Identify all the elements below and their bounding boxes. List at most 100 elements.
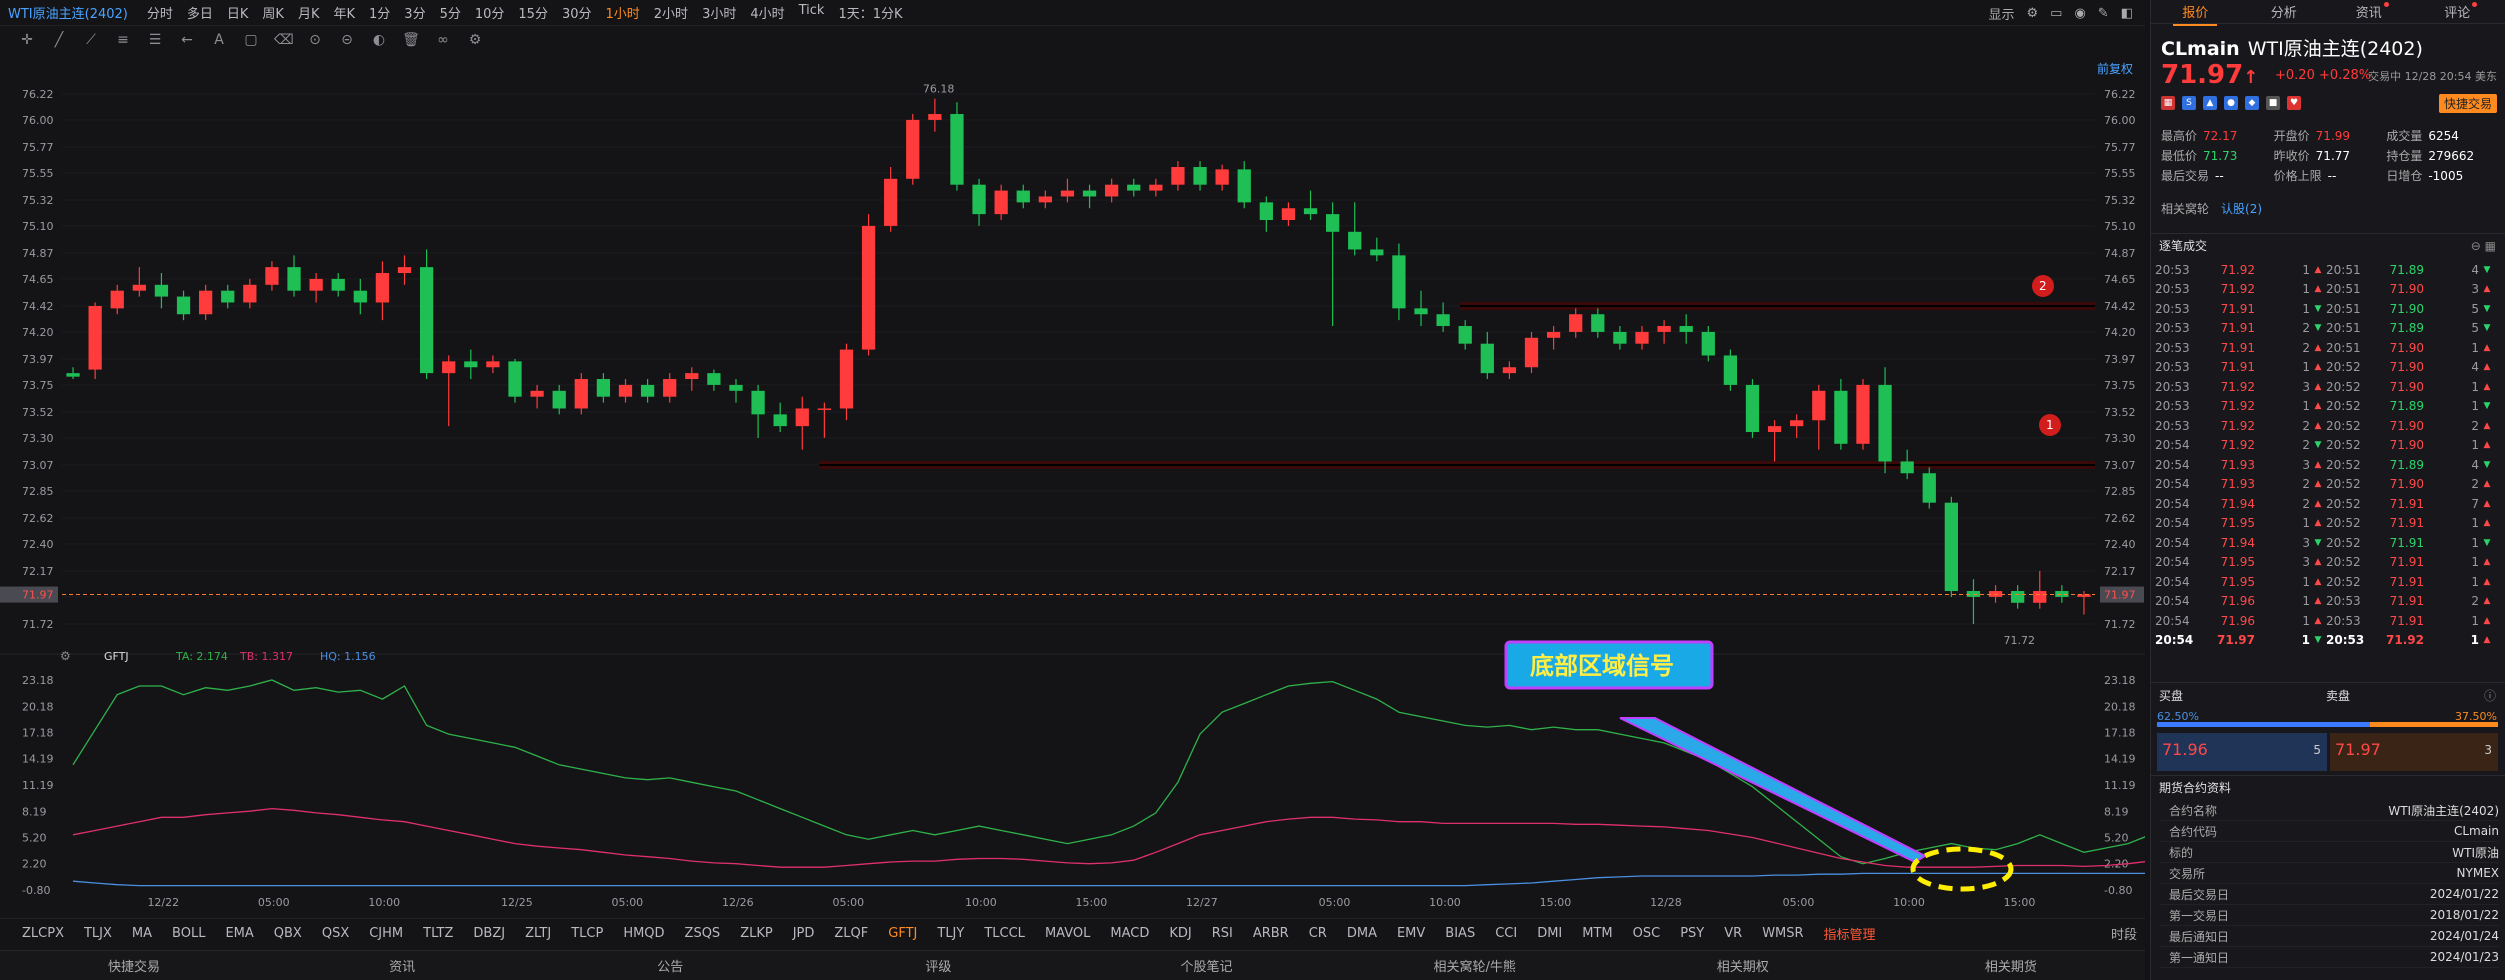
badge-icon-1[interactable]: S xyxy=(2182,96,2196,110)
bottom-tab-7[interactable]: 相关期货 xyxy=(1877,956,2145,975)
text-tool-icon[interactable]: A xyxy=(210,32,228,48)
period-7[interactable]: 3分 xyxy=(397,3,432,22)
instrument-title[interactable]: WTI原油主连(2402) xyxy=(8,3,128,22)
camera-icon[interactable]: ◉ xyxy=(2074,6,2085,21)
indicator-24[interactable]: ARBR xyxy=(1243,926,1299,941)
badge-icon-3[interactable]: ● xyxy=(2224,96,2238,110)
bottom-tab-4[interactable]: 个股笔记 xyxy=(1073,956,1341,975)
lock-icon[interactable]: ⊝ xyxy=(338,32,356,48)
crosshair-icon[interactable]: ✛ xyxy=(18,32,36,48)
indicator-8[interactable]: TLTZ xyxy=(413,926,463,941)
period-11[interactable]: 30分 xyxy=(555,3,599,22)
line-tool-icon[interactable]: ╱ xyxy=(50,32,68,48)
quick-trade-button[interactable]: 快捷交易 xyxy=(2438,94,2497,113)
quote-tab-0[interactable]: 报价 xyxy=(2151,2,2240,26)
indicator-29[interactable]: CCI xyxy=(1485,926,1527,941)
bottom-tab-2[interactable]: 公告 xyxy=(536,956,804,975)
indicator-23[interactable]: RSI xyxy=(1202,926,1243,941)
indicator-32[interactable]: OSC xyxy=(1623,926,1671,941)
period-17[interactable]: 1天：1分K xyxy=(831,3,909,22)
badge-icon-2[interactable]: ▲ xyxy=(2203,96,2217,110)
indicator-30[interactable]: DMI xyxy=(1527,926,1572,941)
indicator-31[interactable]: MTM xyxy=(1572,926,1622,941)
indicator-2[interactable]: MA xyxy=(122,926,162,941)
bottom-tab-6[interactable]: 相关期权 xyxy=(1609,956,1877,975)
related-warrants-count[interactable]: 认股(2) xyxy=(2221,202,2262,216)
grid-icon[interactable]: ⊖ ▦ xyxy=(2471,234,2496,258)
indicator-10[interactable]: ZLTJ xyxy=(515,926,561,941)
indicator-1[interactable]: TLJX xyxy=(74,926,122,941)
period-12[interactable]: 1小时 xyxy=(599,3,647,22)
indicator-5[interactable]: QBX xyxy=(264,926,312,941)
indicator-11[interactable]: TLCP xyxy=(561,926,613,941)
period-6[interactable]: 1分 xyxy=(362,3,397,22)
delete-icon[interactable]: 🗑 xyxy=(402,32,420,48)
channel-tool-icon[interactable]: ≡ xyxy=(114,32,132,48)
settings-icon[interactable]: ⚙ xyxy=(2027,6,2039,21)
indicator-28[interactable]: BIAS xyxy=(1435,926,1485,941)
indicator-7[interactable]: CJHM xyxy=(359,926,413,941)
indicator-16[interactable]: ZLQF xyxy=(824,926,878,941)
hide-icon[interactable]: ◐ xyxy=(370,32,388,48)
badge-icon-4[interactable]: ◆ xyxy=(2245,96,2259,110)
indicator-19[interactable]: TLCCL xyxy=(974,926,1035,941)
indicator-3[interactable]: BOLL xyxy=(162,926,215,941)
period-10[interactable]: 15分 xyxy=(511,3,555,22)
indicator-26[interactable]: DMA xyxy=(1337,926,1387,941)
period-15[interactable]: 4小时 xyxy=(743,3,791,22)
quote-tab-1[interactable]: 分析 xyxy=(2240,2,2329,21)
quote-tab-3[interactable]: 评论 xyxy=(2417,2,2505,21)
eraser-icon[interactable]: ⌫ xyxy=(274,32,294,48)
period-16[interactable]: Tick xyxy=(792,3,832,22)
related-warrants-link[interactable]: 相关窝轮 xyxy=(2161,202,2209,216)
info-icon[interactable]: ⓘ xyxy=(2484,683,2496,709)
indicator-27[interactable]: EMV xyxy=(1387,926,1435,941)
indicator-6[interactable]: QSX xyxy=(312,926,359,941)
indicator-15[interactable]: JPD xyxy=(783,926,825,941)
period-14[interactable]: 3小时 xyxy=(695,3,743,22)
bottom-tab-5[interactable]: 相关窝轮/牛熊 xyxy=(1341,956,1609,975)
indicator-34[interactable]: VR xyxy=(1714,926,1752,941)
pen-icon[interactable]: ✎ xyxy=(2098,6,2109,21)
heart-icon[interactable]: ♥ xyxy=(2287,96,2301,110)
period-2[interactable]: 日K xyxy=(220,3,256,22)
indicator-4[interactable]: EMA xyxy=(215,926,263,941)
sidebar-toggle-icon[interactable]: ◧ xyxy=(2121,6,2133,21)
indicator-21[interactable]: MACD xyxy=(1100,926,1159,941)
indicator-36[interactable]: 指标管理 xyxy=(1814,924,1886,943)
indicator-18[interactable]: TLJY xyxy=(927,926,974,941)
arrow-tool-icon[interactable]: ← xyxy=(178,32,196,48)
indicator-22[interactable]: KDJ xyxy=(1159,926,1201,941)
bottom-tab-3[interactable]: 评级 xyxy=(804,956,1072,975)
indicator-33[interactable]: PSY xyxy=(1670,926,1714,941)
indicator-12[interactable]: HMQD xyxy=(613,926,674,941)
indicator-14[interactable]: ZLKP xyxy=(730,926,783,941)
trades-list[interactable]: 20:53 71.92 1 ▲ 20:51 71.89 4 ▼ 20:53 71.92 1 ▲ 20:5… xyxy=(2155,260,2501,650)
period-3[interactable]: 周K xyxy=(255,3,291,22)
period-5[interactable]: 年K xyxy=(326,3,362,22)
magnet-icon[interactable]: ⊙ xyxy=(306,32,324,48)
period-13[interactable]: 2小时 xyxy=(647,3,695,22)
layout-icon[interactable]: ▭ xyxy=(2050,6,2062,21)
indicator-20[interactable]: MAVOL xyxy=(1035,926,1100,941)
best-bid[interactable]: 71.96 5 xyxy=(2157,733,2327,771)
candlestick-chart[interactable]: 76.22 76.22 76.00 76.00 75.77 75.77 75.55 75.55… xyxy=(0,54,2145,914)
indicator-13[interactable]: ZSQS xyxy=(675,926,731,941)
link-icon[interactable]: ∞ xyxy=(434,32,452,48)
session-toggle[interactable]: 时段 xyxy=(2111,924,2137,943)
display-menu[interactable]: 显示 xyxy=(1988,4,2014,23)
quote-tab-2[interactable]: 资讯 xyxy=(2328,2,2417,21)
indicator-0[interactable]: ZLCPX xyxy=(12,926,74,941)
trend-tool-icon[interactable]: ⟋ xyxy=(82,32,100,48)
note-tool-icon[interactable]: ▢ xyxy=(242,32,260,48)
period-0[interactable]: 分时 xyxy=(140,3,180,22)
period-9[interactable]: 10分 xyxy=(468,3,512,22)
bottom-tab-0[interactable]: 快捷交易 xyxy=(0,956,268,975)
period-1[interactable]: 多日 xyxy=(180,3,220,22)
gear-small-icon[interactable]: ⚙ xyxy=(466,32,484,48)
indicator-17[interactable]: GFTJ xyxy=(878,926,927,941)
badge-icon-5[interactable]: ■ xyxy=(2266,96,2280,110)
fib-tool-icon[interactable]: ☰ xyxy=(146,32,164,48)
period-4[interactable]: 月K xyxy=(291,3,327,22)
best-ask[interactable]: 71.97 3 xyxy=(2330,733,2498,771)
